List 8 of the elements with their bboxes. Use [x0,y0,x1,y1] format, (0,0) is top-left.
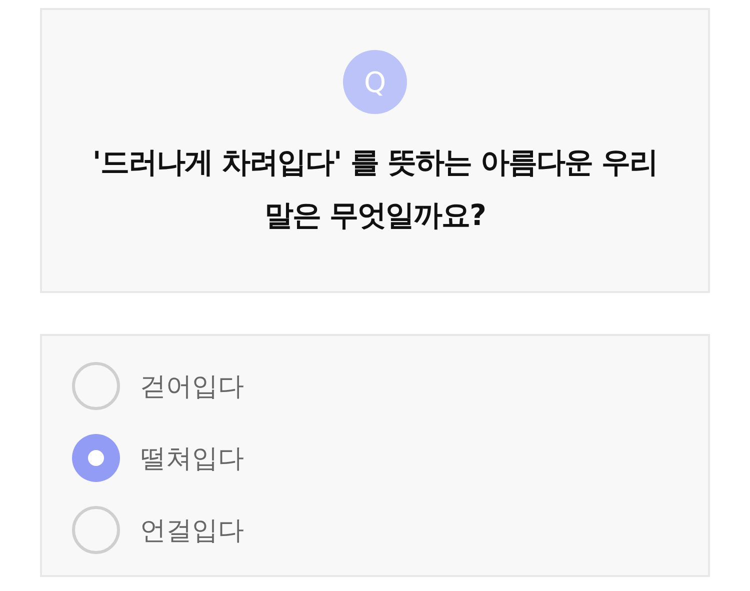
question-text: '드러나게 차려입다' 를 뜻하는 아름다운 우리 말은 무엇일까요? [91,144,659,234]
radio-button[interactable] [72,506,120,554]
question-badge: Q [343,50,407,114]
option-label[interactable]: 걷어입다 [140,368,244,404]
radio-button[interactable] [72,362,120,410]
option-label[interactable]: 떨쳐입다 [140,440,244,476]
radio-button[interactable] [72,434,120,482]
option-label[interactable]: 언걸입다 [140,512,244,548]
